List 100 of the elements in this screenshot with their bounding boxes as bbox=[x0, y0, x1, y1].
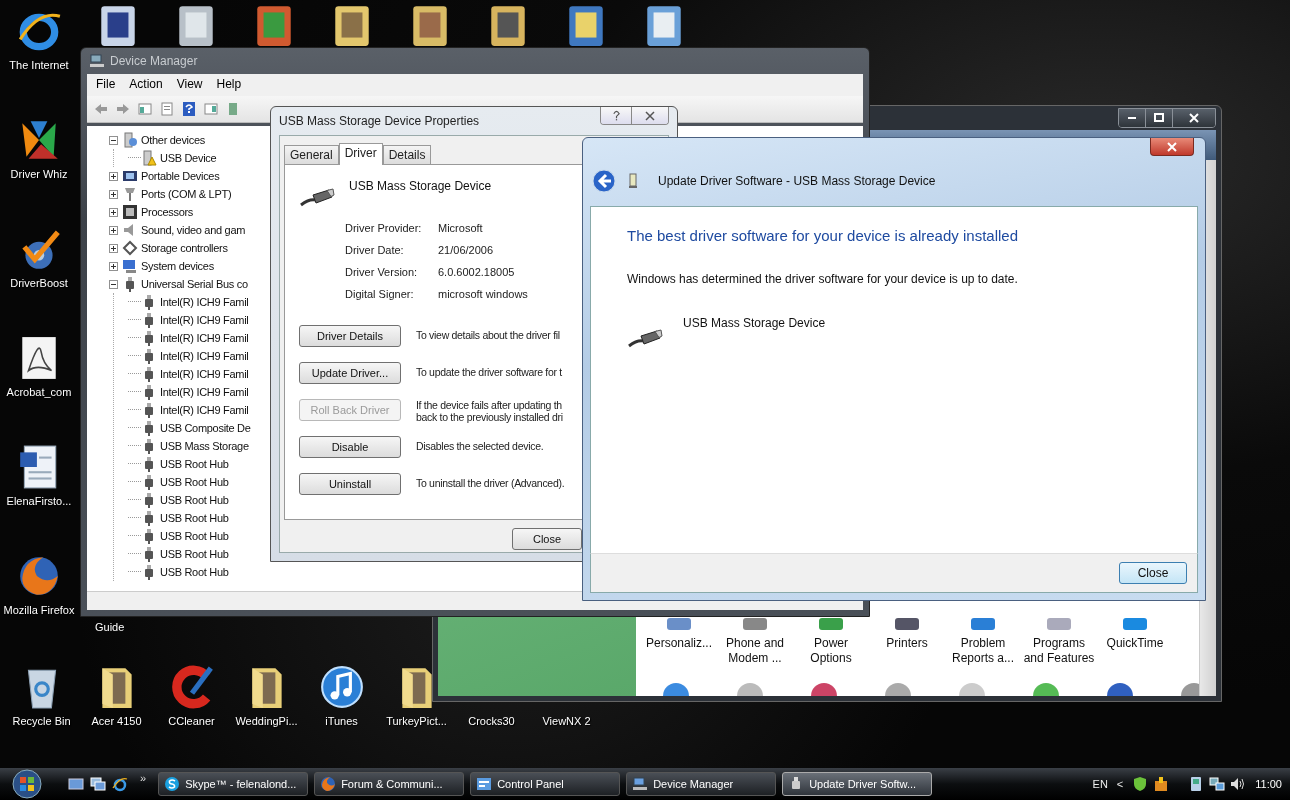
desktop-icon-label[interactable]: WeddingPi... bbox=[235, 714, 298, 729]
back-button[interactable] bbox=[592, 169, 616, 193]
tree-item[interactable]: Sound, video and gam bbox=[141, 224, 246, 236]
desktop-icon-label[interactable]: iTunes bbox=[325, 714, 358, 729]
forward-arrow-icon[interactable] bbox=[115, 101, 131, 117]
computer-icon bbox=[632, 776, 649, 792]
menu-item[interactable]: Action bbox=[124, 77, 168, 93]
close-button[interactable]: Close bbox=[512, 528, 582, 550]
tree-item[interactable]: USB Root Hub bbox=[160, 548, 229, 560]
desktop-icon-label[interactable]: CCleaner bbox=[168, 714, 215, 729]
desktop-icon-label[interactable]: Driver Whiz bbox=[10, 167, 68, 182]
desktop-icon-label[interactable]: Acrobat_com bbox=[6, 385, 72, 400]
package-icon[interactable] bbox=[1153, 776, 1170, 792]
action-button[interactable]: Update Driver... bbox=[299, 362, 401, 384]
properties-icon[interactable] bbox=[159, 101, 175, 117]
action-button[interactable]: Disable bbox=[299, 436, 401, 458]
desktop-icon-label[interactable]: DriverBoost bbox=[10, 276, 68, 291]
tree-item[interactable]: Portable Devices bbox=[141, 170, 220, 182]
action-description: To uninstall the driver (Advanced). bbox=[416, 476, 566, 489]
tree-item[interactable]: USB Root Hub bbox=[160, 494, 229, 506]
clock[interactable]: 11:00 bbox=[1255, 778, 1282, 790]
view-icon[interactable] bbox=[203, 101, 219, 117]
help-icon bbox=[611, 110, 621, 121]
desktop-icon-label[interactable]: Recycle Bin bbox=[12, 714, 71, 729]
help-icon[interactable] bbox=[181, 101, 197, 117]
control-panel-item-label[interactable]: Problem Reports a... bbox=[946, 636, 1020, 666]
dialog-title: USB Mass Storage Device Properties bbox=[279, 114, 480, 128]
tree-item[interactable]: System devices bbox=[141, 260, 214, 272]
control-panel-item-label[interactable]: Programs and Features bbox=[1022, 636, 1096, 666]
overflow-chevron[interactable]: » bbox=[140, 768, 147, 784]
control-panel-item-label[interactable]: QuickTime bbox=[1106, 636, 1164, 666]
close-button[interactable] bbox=[1150, 138, 1194, 156]
control-panel-item-label[interactable]: Power Options bbox=[794, 636, 868, 666]
control-panel-item-label[interactable]: Personaliz... bbox=[646, 636, 712, 666]
taskbar-button[interactable]: Device Manager bbox=[626, 772, 777, 796]
port-connector-icon bbox=[122, 186, 138, 202]
desktop-icon-label[interactable]: Guide bbox=[95, 621, 125, 633]
tree-item[interactable]: Intel(R) ICH9 Famil bbox=[160, 368, 249, 380]
desktop-icon-label[interactable]: TurkeyPict... bbox=[386, 714, 447, 729]
tree-item[interactable]: USB Root Hub bbox=[160, 512, 229, 524]
desktop-icon-label[interactable]: Acer 4150 bbox=[91, 714, 142, 729]
speaker-icon[interactable] bbox=[1230, 776, 1247, 792]
tree-item[interactable]: Intel(R) ICH9 Famil bbox=[160, 404, 249, 416]
tree-item[interactable]: Processors bbox=[141, 206, 194, 218]
tab[interactable]: Driver bbox=[338, 143, 383, 165]
tray-chevron[interactable]: < bbox=[1116, 778, 1124, 790]
close-button[interactable]: Close bbox=[1119, 562, 1187, 584]
tree-item[interactable]: Intel(R) ICH9 Famil bbox=[160, 386, 249, 398]
tree-item[interactable]: USB Root Hub bbox=[160, 530, 229, 542]
close-button[interactable] bbox=[632, 107, 668, 124]
desktop-icon-label[interactable]: ElenaFirsto... bbox=[6, 494, 72, 509]
window-switch-icon[interactable] bbox=[90, 776, 106, 792]
tree-item[interactable]: Universal Serial Bus co bbox=[141, 278, 248, 290]
desktop-icon-label[interactable]: The Internet bbox=[9, 58, 69, 73]
taskbar-button[interactable]: Skype™ - felenalond... bbox=[158, 772, 309, 796]
control-panel-item-label[interactable]: Phone and Modem ... bbox=[718, 636, 792, 666]
desktop-icon-label[interactable]: Mozilla Firefox bbox=[3, 603, 75, 618]
control-panel-item-icon[interactable] bbox=[808, 680, 840, 696]
tree-item[interactable]: USB Root Hub bbox=[160, 458, 229, 470]
menu-item[interactable]: File bbox=[91, 77, 121, 93]
browser-icon[interactable] bbox=[112, 776, 128, 792]
tree-item[interactable]: Intel(R) ICH9 Famil bbox=[160, 332, 249, 344]
tree-item[interactable]: USB Mass Storage bbox=[160, 440, 249, 452]
console-tree-icon[interactable] bbox=[137, 101, 153, 117]
network-icon[interactable] bbox=[1209, 776, 1226, 792]
action-button[interactable]: Driver Details bbox=[299, 325, 401, 347]
shield-icon[interactable] bbox=[1132, 776, 1149, 792]
tree-item[interactable]: USB Device bbox=[160, 152, 217, 164]
menu-item[interactable]: View bbox=[171, 77, 208, 93]
control-panel-item-icon[interactable] bbox=[1104, 680, 1136, 696]
tree-item[interactable]: USB Root Hub bbox=[160, 566, 229, 578]
back-arrow-icon[interactable] bbox=[93, 101, 109, 117]
desktop-icon-label[interactable]: ViewNX 2 bbox=[542, 714, 591, 729]
control-panel-item-icon[interactable] bbox=[660, 680, 692, 696]
minimize-button[interactable] bbox=[1119, 109, 1146, 127]
taskbar-button[interactable]: Control Panel bbox=[470, 772, 621, 796]
start-button[interactable] bbox=[12, 769, 42, 799]
tree-item[interactable]: Intel(R) ICH9 Famil bbox=[160, 314, 249, 326]
action-button[interactable]: Uninstall bbox=[299, 473, 401, 495]
menu-item[interactable]: Help bbox=[211, 77, 247, 93]
tree-item[interactable]: Other devices bbox=[141, 134, 205, 146]
tree-item[interactable]: Ports (COM & LPT) bbox=[141, 188, 232, 200]
control-panel-item-label[interactable]: Printers bbox=[886, 636, 928, 666]
action-description: Disables the selected device. bbox=[416, 439, 545, 452]
help-button[interactable] bbox=[601, 107, 632, 124]
tab[interactable]: General bbox=[284, 145, 339, 164]
tab[interactable]: Details bbox=[382, 145, 432, 164]
maximize-button[interactable] bbox=[1146, 109, 1173, 127]
maximize-icon bbox=[1154, 113, 1164, 123]
close-button[interactable] bbox=[1173, 109, 1215, 127]
tree-item[interactable]: Intel(R) ICH9 Famil bbox=[160, 296, 249, 308]
tree-item[interactable]: USB Composite De bbox=[160, 422, 251, 434]
desktop-icon-label[interactable]: Crocks30 bbox=[468, 714, 515, 729]
tree-item[interactable]: USB Root Hub bbox=[160, 476, 229, 488]
tree-item[interactable]: Storage controllers bbox=[141, 242, 228, 254]
taskbar-button[interactable]: Forum & Communi... bbox=[314, 772, 465, 796]
taskbar-button[interactable]: Update Driver Softw... bbox=[782, 772, 933, 796]
language-indicator[interactable]: EN bbox=[1092, 778, 1108, 790]
tree-item[interactable]: Intel(R) ICH9 Famil bbox=[160, 350, 249, 362]
desktop-icon[interactable] bbox=[68, 776, 84, 792]
